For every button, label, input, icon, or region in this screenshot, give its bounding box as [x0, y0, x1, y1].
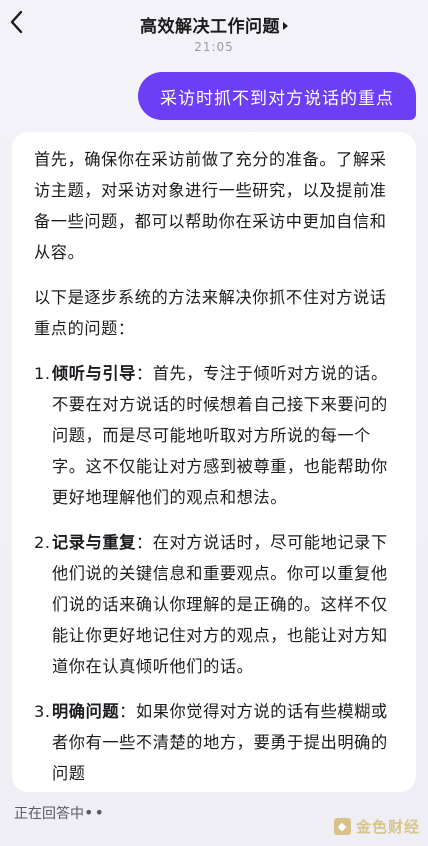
watermark-text: 金色财经: [355, 818, 420, 836]
chat-screen: 高效解决工作问题 21:05 采访时抓不到对方说话的重点 首先，确保你在采访前做…: [0, 0, 428, 846]
top-bar: 高效解决工作问题: [0, 0, 428, 40]
message-timestamp: 21:05: [194, 40, 234, 54]
list-item-title: 记录与重复: [52, 533, 136, 552]
list-item-title: 明确问题: [52, 702, 120, 721]
list-number: 3.: [34, 702, 51, 721]
list-number: 1.: [34, 364, 51, 383]
assistant-answer-card: 首先，确保你在采访前做了充分的准备。了解采访主题，对采访对象进行一些研究，以及提…: [12, 132, 416, 792]
answer-lead: 以下是逐步系统的方法来解决你抓不住对方说话重点的问题：: [34, 288, 387, 338]
answer-steps-list: 1. 倾听与引导：首先，专注于倾听对方说的话。不要在对方说话的时候想着自己接下来要…: [34, 358, 400, 789]
list-item: 3. 明确问题：如果你觉得对方说的话有些模糊或者你有一些不清楚的地方，要勇于提出明…: [34, 696, 400, 789]
page-title: 高效解决工作问题: [140, 17, 280, 37]
list-item-body: ：首先，专注于倾听对方说的话。不要在对方说话的时候想着自己接下来要问的问题，而是…: [52, 364, 388, 507]
answer-intro: 首先，确保你在采访前做了充分的准备。了解采访主题，对采访对象进行一些研究，以及提…: [34, 150, 387, 262]
watermark: ◆ 金色财经: [333, 816, 420, 837]
typing-dots-icon: ••: [84, 803, 105, 822]
list-item: 2. 记录与重复：在对方说话时，尽可能地记录下他们说的关键信息和重要观点。你可以重…: [34, 527, 400, 682]
list-number: 2.: [34, 533, 51, 552]
user-message-text: 采访时抓不到对方说话的重点: [160, 88, 394, 109]
list-item: 1. 倾听与引导：首先，专注于倾听对方说的话。不要在对方说话的时候想着自己接下来要…: [34, 358, 400, 513]
list-item-body: ：在对方说话时，尽可能地记录下他们说的关键信息和重要观点。你可以重复他们说的话来…: [52, 533, 388, 676]
user-message-bubble[interactable]: 采访时抓不到对方说话的重点: [138, 72, 416, 120]
watermark-logo-icon: ◆: [333, 818, 351, 835]
conversation-title-button[interactable]: 高效解决工作问题: [0, 12, 428, 37]
status-text: 正在回答中: [14, 806, 84, 822]
list-item-title: 倾听与引导: [52, 364, 136, 383]
caret-right-icon: [283, 22, 288, 30]
answering-status: 正在回答中••: [14, 803, 105, 823]
